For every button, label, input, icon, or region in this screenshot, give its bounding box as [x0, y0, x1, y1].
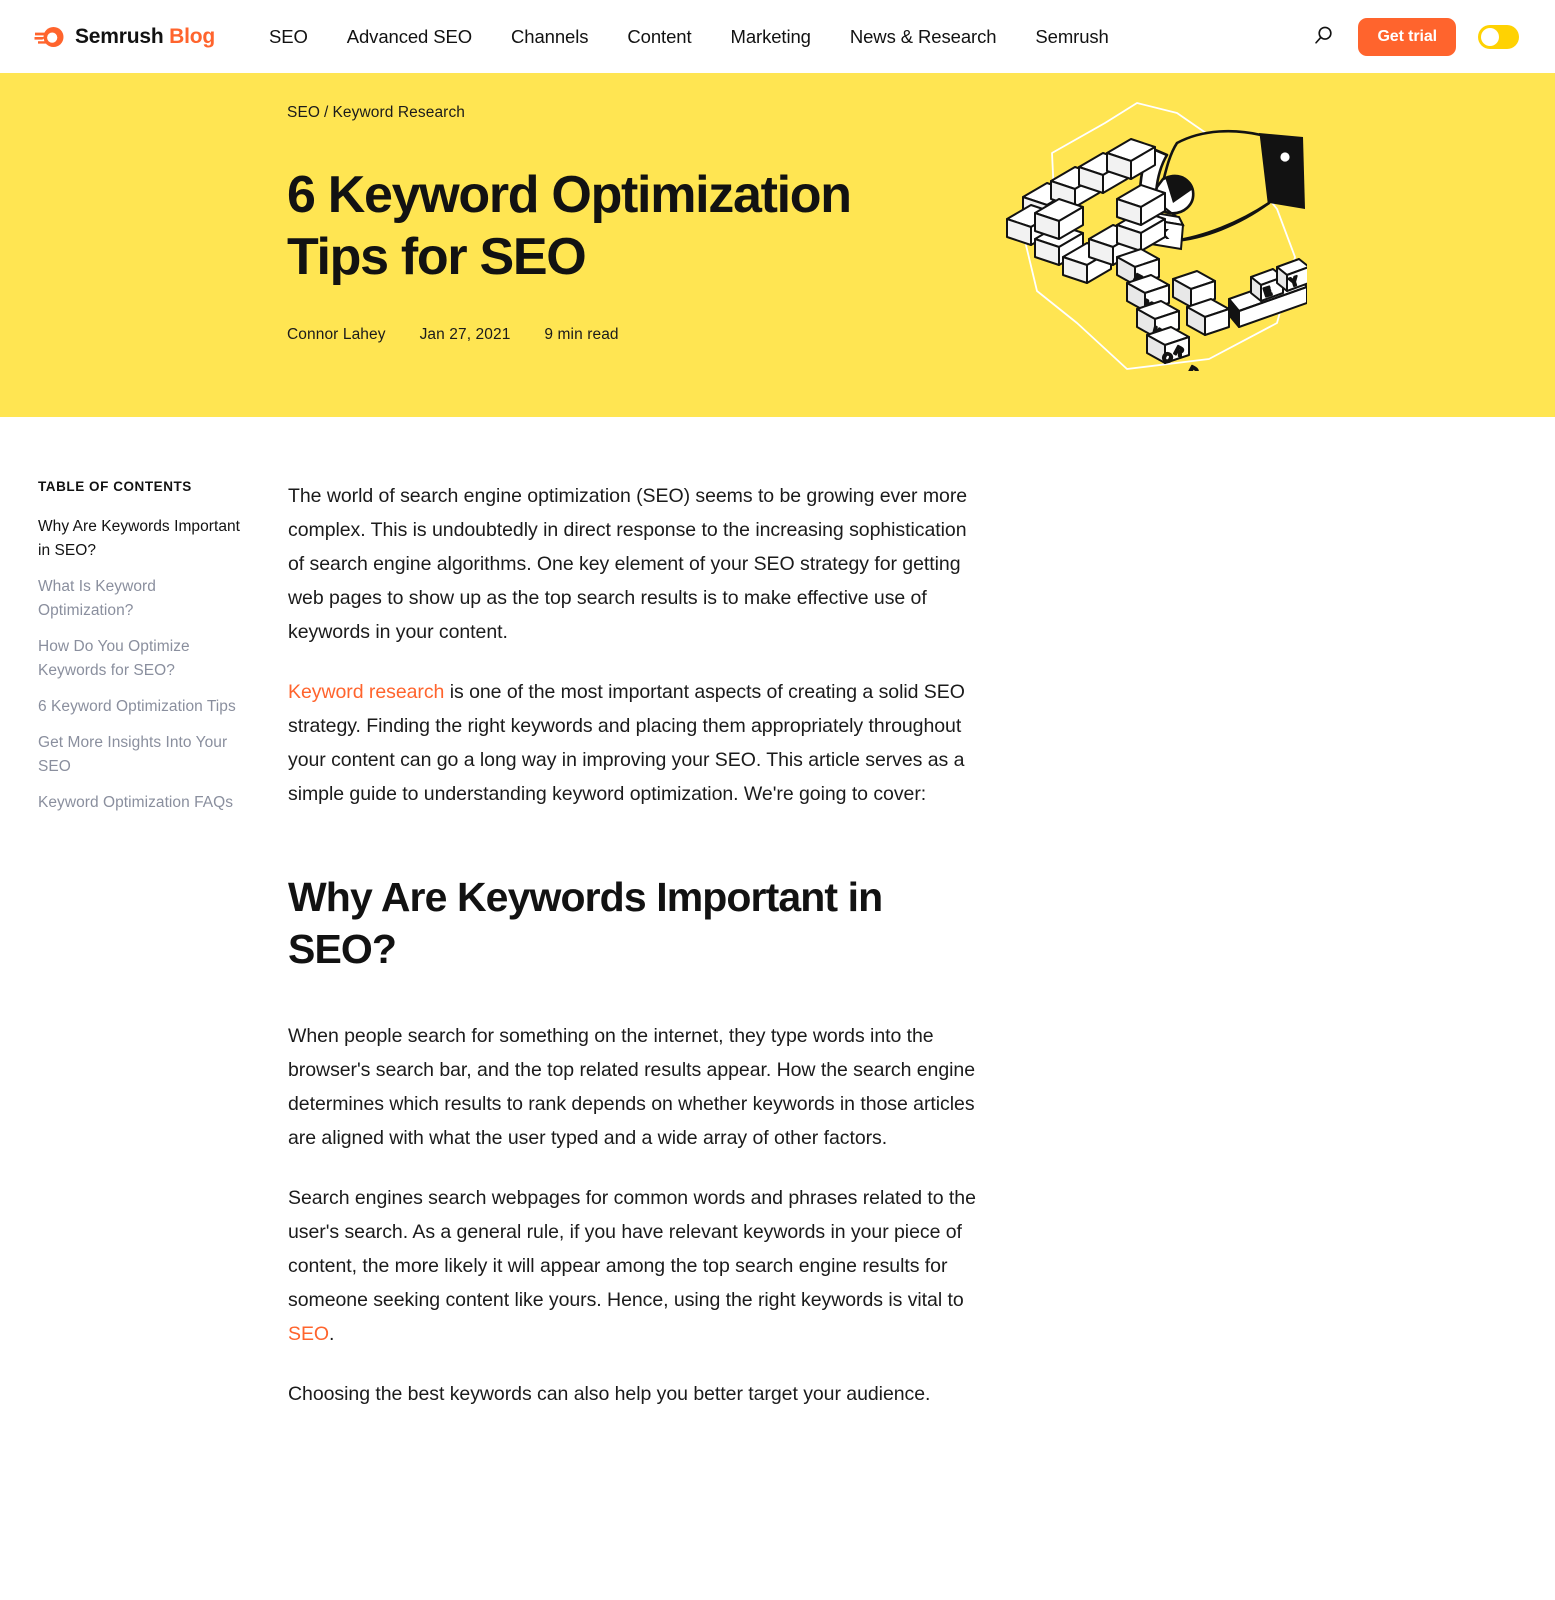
breadcrumb-category[interactable]: SEO — [287, 104, 320, 121]
breadcrumb-subcategory[interactable]: Keyword Research — [332, 104, 465, 121]
toc-item-why-are-keywords-important[interactable]: Why Are Keywords Important in SEO? — [38, 515, 244, 563]
body-paragraph-3: Choosing the best keywords can also help… — [288, 1383, 931, 1405]
nav-item-advanced-seo[interactable]: Advanced SEO — [347, 26, 472, 48]
body-paragraph-2: Search engines search webpages for commo… — [288, 1181, 988, 1351]
toc-item-keyword-optimization-faqs[interactable]: Keyword Optimization FAQs — [38, 791, 244, 815]
section-heading-why-are-keywords-important: Why Are Keywords Important in SEO? — [288, 874, 883, 972]
intro-paragraph: The world of search engine optimization … — [288, 485, 968, 643]
publish-date: Jan 27, 2021 — [419, 326, 511, 343]
article-hero: SEO / Keyword Research 6 Keyword Optimizat… — [0, 73, 1555, 417]
author-name[interactable]: Connor Lahey — [287, 326, 386, 344]
article-byline: Connor Lahey Jan 27, 2021 9 min read — [287, 326, 1555, 344]
nav-item-content[interactable]: Content — [627, 26, 691, 48]
brand-name: Semrush — [75, 24, 164, 48]
body-paragraph-2-after: . — [329, 1323, 335, 1345]
brand-text: Semrush Blog — [75, 25, 215, 49]
nav-item-news-research[interactable]: News & Research — [850, 26, 997, 48]
page-title: 6 Keyword Optimization Tips for SEO — [287, 166, 852, 286]
nav-item-marketing[interactable]: Marketing — [731, 26, 811, 48]
main-navigation: SEO Advanced SEO Channels Content Market… — [269, 26, 1109, 48]
svg-text:D: D — [1186, 363, 1201, 371]
toc-item-6-keyword-optimization-tips[interactable]: 6 Keyword Optimization Tips — [38, 695, 244, 719]
search-button[interactable] — [1310, 24, 1336, 50]
semrush-comet-logo-icon — [34, 26, 66, 48]
get-trial-button[interactable]: Get trial — [1358, 17, 1456, 56]
read-time: 9 min read — [544, 326, 619, 343]
nav-item-seo[interactable]: SEO — [269, 26, 308, 48]
theme-toggle-switch[interactable] — [1478, 24, 1519, 49]
body-paragraph-2-before: Search engines search webpages for commo… — [288, 1187, 976, 1311]
nav-item-channels[interactable]: Channels — [511, 26, 588, 48]
keyword-research-link[interactable]: Keyword research — [288, 681, 444, 703]
nav-item-semrush[interactable]: Semrush — [1035, 26, 1108, 48]
toggle-knob-icon — [1481, 27, 1499, 46]
breadcrumb: SEO / Keyword Research — [287, 104, 1555, 122]
brand-logo[interactable]: Semrush Blog — [34, 25, 215, 49]
brand-suffix: Blog — [169, 24, 215, 48]
site-header: Semrush Blog SEO Advanced SEO Channels C… — [0, 0, 1555, 73]
article-content: The world of search engine optimization … — [288, 479, 988, 1437]
toc-item-what-is-keyword-optimization[interactable]: What Is Keyword Optimization? — [38, 575, 244, 623]
seo-link[interactable]: SEO — [288, 1323, 329, 1345]
table-of-contents: TABLE OF CONTENTS Why Are Keywords Impor… — [38, 479, 266, 1437]
keyword-tiles-hand-illustration-icon: K — [977, 91, 1310, 381]
body-paragraph-1: When people search for something on the … — [288, 1025, 976, 1149]
toc-item-how-do-you-optimize-keywords[interactable]: How Do You Optimize Keywords for SEO? — [38, 635, 244, 683]
breadcrumb-separator: / — [324, 104, 329, 121]
toc-list: Why Are Keywords Important in SEO? What … — [38, 515, 244, 815]
page-body: TABLE OF CONTENTS Why Are Keywords Impor… — [0, 417, 1555, 1437]
toc-item-get-more-insights[interactable]: Get More Insights Into Your SEO — [38, 731, 244, 779]
search-icon — [1313, 25, 1334, 49]
toc-heading: TABLE OF CONTENTS — [38, 479, 192, 494]
header-actions: Get trial — [1310, 17, 1519, 56]
second-paragraph: Keyword research is one of the most impo… — [288, 675, 988, 811]
